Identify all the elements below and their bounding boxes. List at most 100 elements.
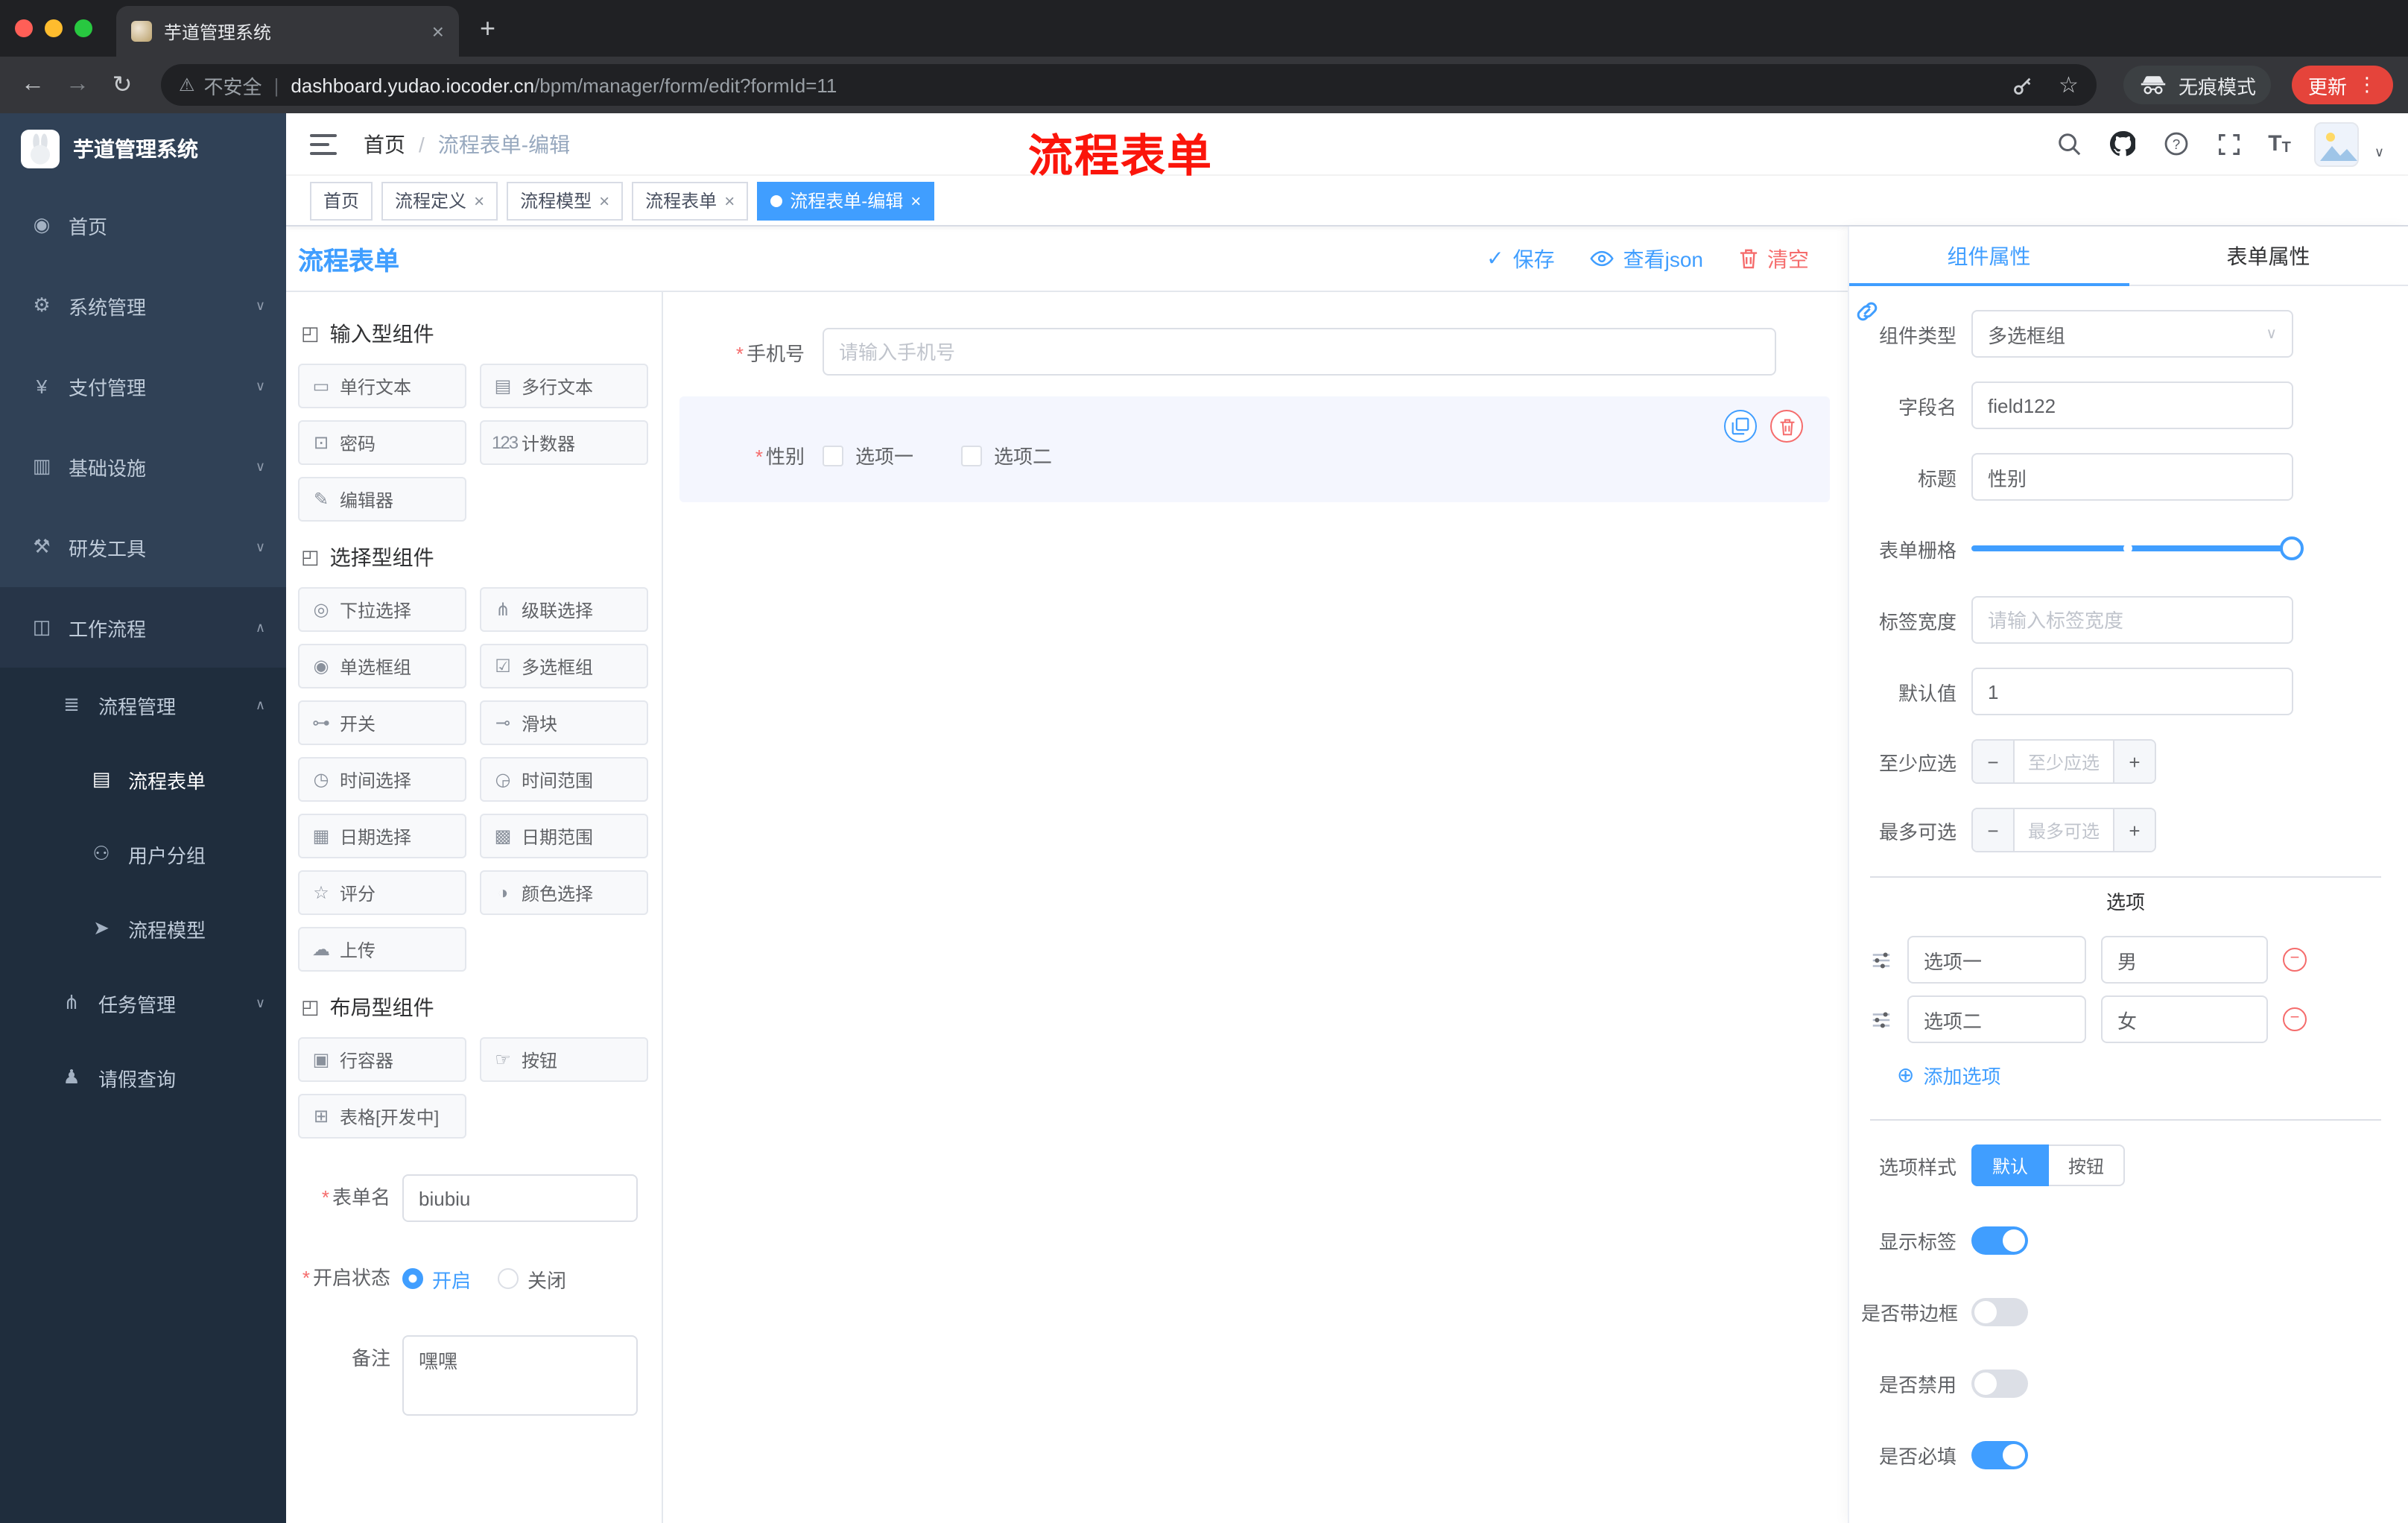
tag-process-form-edit[interactable]: 流程表单-编辑 × (757, 181, 935, 220)
bookmark-star-icon[interactable]: ☆ (2059, 72, 2079, 98)
new-tab-button[interactable]: + (480, 13, 495, 44)
tag-process-form[interactable]: 流程表单 × (632, 181, 749, 220)
decrement-button[interactable]: − (1973, 741, 2015, 782)
window-minimize-button[interactable] (45, 19, 63, 37)
sidebar-item-home[interactable]: ◉ 首页 (0, 185, 286, 265)
required-toggle[interactable] (1971, 1440, 2028, 1469)
sidebar-item-task-management[interactable]: ⋔ 任务管理 ∨ (0, 966, 286, 1040)
checkbox-icon[interactable] (823, 445, 843, 466)
radio-open[interactable]: 开启 (402, 1264, 471, 1293)
remove-option-icon[interactable]: − (2283, 948, 2307, 972)
address-bar[interactable]: ⚠ 不安全 | dashboard.yudao.iocoder.cn /bpm/… (161, 64, 2097, 106)
palette-item-table[interactable]: ⊞ 表格[开发中] (298, 1094, 466, 1139)
avatar-caret-icon[interactable]: ∨ (2374, 145, 2384, 161)
window-close-button[interactable] (15, 19, 33, 37)
title-input[interactable] (1971, 453, 2293, 501)
back-button[interactable]: ← (15, 72, 51, 98)
palette-item-editor[interactable]: ✎ 编辑器 (298, 477, 466, 522)
delete-component-button[interactable] (1770, 410, 1803, 443)
palette-item-counter[interactable]: 123 计数器 (480, 420, 648, 465)
option-label-input[interactable] (1907, 995, 2086, 1043)
sidebar-item-process-form[interactable]: ▤ 流程表单 (0, 742, 286, 817)
style-default-button[interactable]: 默认 (1971, 1144, 2050, 1186)
link-icon[interactable] (1854, 298, 1881, 325)
close-icon[interactable]: × (724, 190, 735, 211)
palette-item-switch[interactable]: ⊶ 开关 (298, 700, 466, 745)
form-remark-input[interactable]: 嘿嘿 (402, 1335, 638, 1416)
clear-button[interactable]: 清空 (1739, 244, 1809, 273)
palette-item-date[interactable]: ▦ 日期选择 (298, 814, 466, 858)
user-avatar[interactable] (2314, 121, 2360, 166)
drag-handle-icon[interactable] (1870, 1008, 1892, 1030)
option-value-input[interactable] (2101, 995, 2268, 1043)
browser-tab[interactable]: 芋道管理系统 × (116, 6, 459, 57)
github-icon[interactable] (2107, 129, 2137, 159)
palette-item-slider[interactable]: ⊸ 滑块 (480, 700, 648, 745)
breadcrumb-home[interactable]: 首页 (364, 129, 405, 159)
palette-item-select[interactable]: ◎ 下拉选择 (298, 587, 466, 632)
increment-button[interactable]: + (2113, 809, 2155, 851)
tag-process-definition[interactable]: 流程定义 × (381, 181, 498, 220)
checkbox-icon[interactable] (961, 445, 983, 466)
palette-item-row-container[interactable]: ▣ 行容器 (298, 1037, 466, 1082)
palette-item-color[interactable]: ◑ 颜色选择 (480, 870, 648, 915)
palette-item-checkbox-group[interactable]: ☑ 多选框组 (480, 644, 648, 688)
option-value-input[interactable] (2101, 936, 2268, 984)
decrement-button[interactable]: − (1973, 809, 2015, 851)
close-icon[interactable]: × (599, 190, 609, 211)
component-type-select[interactable]: 多选框组 ∨ (1971, 310, 2293, 358)
label-width-input[interactable] (1971, 596, 2293, 644)
palette-item-radio-group[interactable]: ◉ 单选框组 (298, 644, 466, 688)
collapse-sidebar-button[interactable] (310, 133, 337, 154)
sidebar-item-infrastructure[interactable]: ▥ 基础设施 ∨ (0, 426, 286, 507)
radio-closed[interactable]: 关闭 (498, 1264, 566, 1293)
phone-field-row[interactable]: * 手机号 (679, 328, 1830, 376)
palette-item-multi-text[interactable]: ▤ 多行文本 (480, 364, 648, 408)
default-value-input[interactable] (1971, 668, 2293, 715)
border-toggle[interactable] (1971, 1297, 2028, 1326)
password-key-icon[interactable] (2008, 70, 2038, 100)
style-button-button[interactable]: 按钮 (2049, 1144, 2126, 1186)
sidebar-item-process-management[interactable]: ≣ 流程管理 ∧ (0, 668, 286, 742)
search-icon[interactable] (2053, 129, 2083, 159)
min-select-value[interactable]: 至少应选 (2015, 741, 2113, 782)
remove-option-icon[interactable]: − (2283, 1007, 2307, 1031)
security-label[interactable]: 不安全 (204, 71, 262, 99)
tab-form-props[interactable]: 表单属性 (2129, 227, 2408, 285)
close-icon[interactable]: × (474, 190, 484, 211)
font-size-icon[interactable]: TT (2268, 131, 2291, 156)
palette-item-date-range[interactable]: ▩ 日期范围 (480, 814, 648, 858)
close-icon[interactable]: × (910, 190, 921, 211)
view-json-button[interactable]: 查看json (1590, 244, 1703, 273)
copy-component-button[interactable] (1724, 410, 1757, 443)
sidebar-item-process-model[interactable]: ➤ 流程模型 (0, 891, 286, 966)
tag-home[interactable]: 首页 (310, 181, 373, 220)
option-label-input[interactable] (1907, 936, 2086, 984)
disabled-toggle[interactable] (1971, 1369, 2028, 1397)
form-grid-slider[interactable] (1971, 525, 2304, 572)
fullscreen-icon[interactable] (2214, 129, 2244, 159)
selected-component-gender[interactable]: * 性别 选项一 选项二 (679, 396, 1830, 502)
checkbox-option-2[interactable]: 选项二 (961, 441, 1052, 469)
sidebar-item-payment[interactable]: ¥ 支付管理 ∨ (0, 346, 286, 426)
sidebar-item-devtools[interactable]: ⚒ 研发工具 ∨ (0, 507, 286, 587)
palette-item-rate[interactable]: ☆ 评分 (298, 870, 466, 915)
app-logo[interactable]: 芋道管理系统 (0, 113, 286, 185)
checkbox-option-1[interactable]: 选项一 (823, 441, 913, 469)
tab-component-props[interactable]: 组件属性 (1849, 227, 2129, 286)
help-icon[interactable]: ? (2161, 129, 2190, 159)
palette-item-upload[interactable]: ☁ 上传 (298, 927, 466, 972)
update-button[interactable]: 更新 ⋮ (2291, 66, 2393, 104)
palette-item-button[interactable]: ☞ 按钮 (480, 1037, 648, 1082)
field-name-input[interactable] (1971, 381, 2293, 429)
palette-item-cascader[interactable]: ⋔ 级联选择 (480, 587, 648, 632)
menu-dots-icon[interactable]: ⋮ (2357, 73, 2377, 97)
show-label-toggle[interactable] (1971, 1226, 2028, 1254)
sidebar-item-system[interactable]: ⚙ 系统管理 ∨ (0, 265, 286, 346)
tag-process-model[interactable]: 流程模型 × (507, 181, 624, 220)
sidebar-item-leave-query[interactable]: ♟ 请假查询 (0, 1040, 286, 1115)
phone-field-input[interactable] (823, 328, 1776, 376)
tab-close-icon[interactable]: × (432, 19, 444, 43)
forward-button[interactable]: → (60, 72, 95, 98)
palette-item-single-text[interactable]: ▭ 单行文本 (298, 364, 466, 408)
